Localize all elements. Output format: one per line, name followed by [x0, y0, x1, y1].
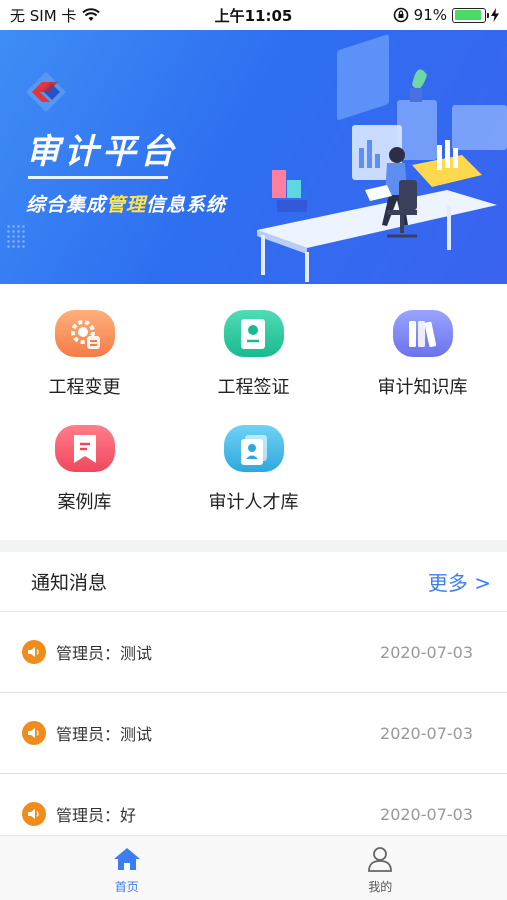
menu-item-audit-knowledge[interactable]: 审计知识库: [338, 284, 507, 399]
tab-home[interactable]: 首页: [0, 836, 254, 900]
banner: 审计平台 综合集成管理信息系统: [0, 30, 507, 284]
gear-icon: [54, 310, 115, 357]
tab-bar: 首页 我的: [0, 835, 507, 900]
subtitle-part: 综合集成: [26, 194, 107, 216]
dot-pattern: [6, 224, 26, 250]
bookmark-icon: [54, 425, 115, 472]
tab-mine[interactable]: 我的: [254, 836, 507, 900]
notice-header: 通知消息 更多 >: [0, 552, 507, 612]
more-link[interactable]: 更多 >: [428, 567, 491, 596]
banner-title: 审计平台: [26, 132, 178, 172]
tab-label: 首页: [114, 880, 139, 894]
speaker-icon: [22, 802, 46, 826]
speaker-icon: [22, 640, 46, 664]
books-icon: [392, 310, 453, 357]
menu-item-engineering-visa[interactable]: 工程签证: [169, 284, 338, 399]
logo-icon: [26, 72, 66, 112]
menu-label: 案例库: [57, 492, 112, 513]
profile-cards-icon: [223, 425, 284, 472]
menu-item-engineering-change[interactable]: 工程变更: [0, 284, 169, 399]
notice-row[interactable]: 管理员：测试 2020-07-03: [0, 693, 507, 774]
feature-grid: 工程变更 工程签证 审计知识库 案例库 审计人才库: [0, 284, 507, 540]
notice-text: 管理员：测试: [56, 725, 153, 744]
battery-icon: [452, 7, 489, 23]
notice-row[interactable]: 管理员：测试 2020-07-03: [0, 612, 507, 693]
menu-label: 工程签证: [217, 377, 290, 398]
certificate-icon: [223, 310, 284, 357]
status-bar: 无 SIM 卡 上午11:05 91%: [0, 0, 507, 30]
battery-percent: 91%: [413, 6, 447, 24]
subtitle-part: 信息系统: [146, 194, 227, 216]
notice-date: 2020-07-03: [380, 723, 473, 743]
notice-title: 通知消息: [31, 572, 108, 594]
section-divider: [0, 540, 507, 552]
subtitle-highlight: 管理: [106, 194, 147, 216]
charging-icon: [491, 8, 499, 22]
status-right: 91%: [393, 6, 499, 24]
notice-date: 2020-07-03: [380, 804, 473, 824]
home-icon: [113, 848, 140, 870]
notice-text: 管理员：测试: [56, 644, 153, 663]
menu-label: 审计人才库: [208, 492, 299, 513]
tab-label: 我的: [368, 880, 393, 894]
menu-item-case-library[interactable]: 案例库: [0, 399, 169, 514]
notice-text: 管理员：好: [56, 806, 137, 825]
user-icon: [368, 847, 393, 872]
menu-label: 审计知识库: [377, 377, 468, 398]
menu-label: 工程变更: [48, 377, 121, 398]
notice-section: 通知消息 更多 > 管理员：测试 2020-07-03 管理员：测试 2020-…: [0, 552, 507, 855]
banner-subtitle: 综合集成管理信息系统: [26, 190, 226, 217]
orientation-lock-icon: [393, 7, 408, 23]
title-underline: [28, 176, 168, 179]
notice-date: 2020-07-03: [380, 642, 473, 662]
speaker-icon: [22, 721, 46, 745]
menu-item-audit-talent[interactable]: 审计人才库: [169, 399, 338, 514]
office-illustration: [257, 34, 507, 282]
